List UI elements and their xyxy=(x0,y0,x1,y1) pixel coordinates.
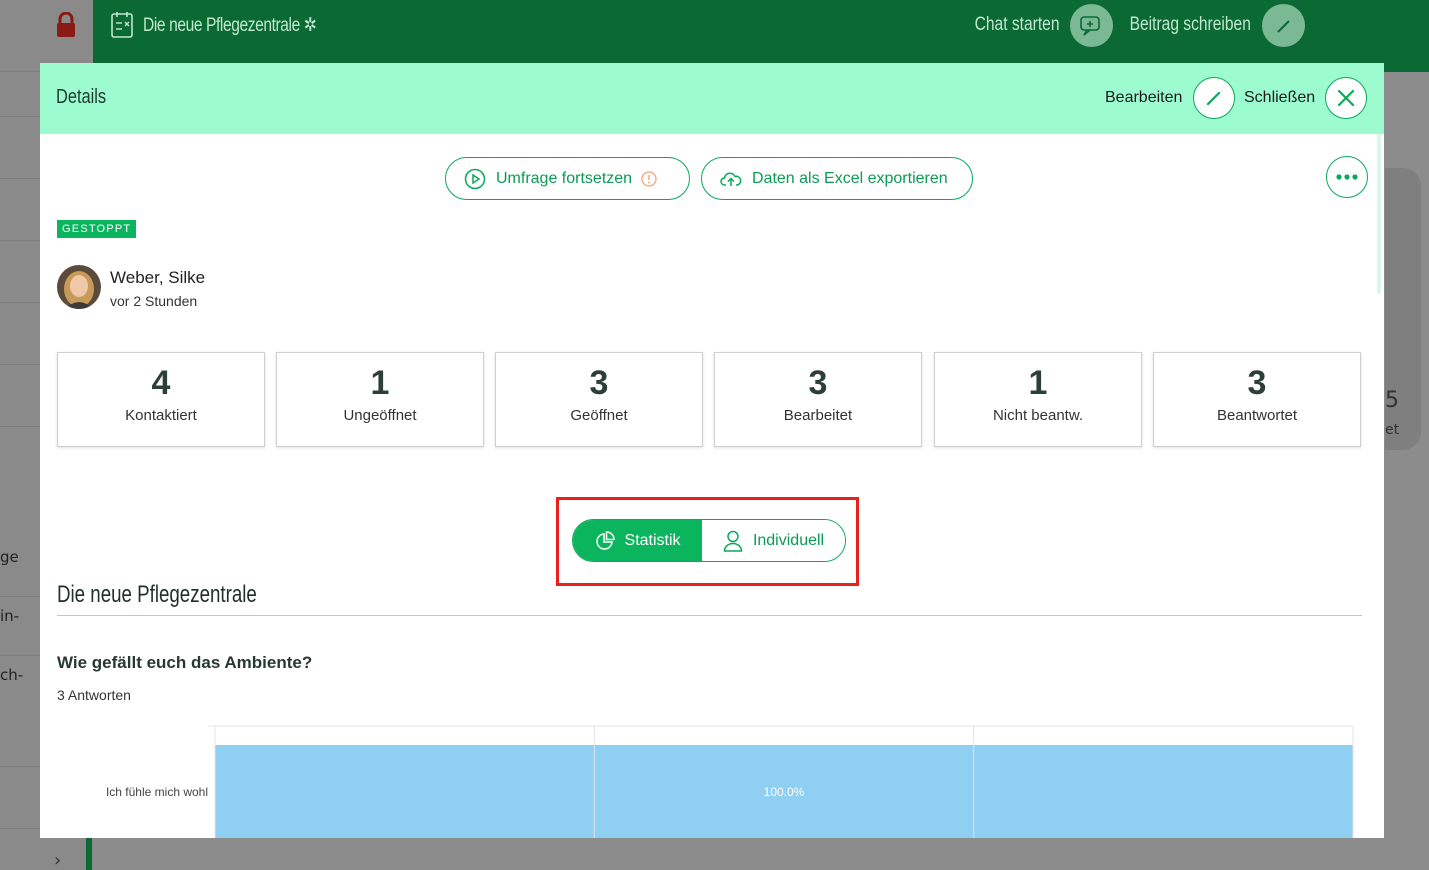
avatar-image xyxy=(57,265,101,309)
background-fragment: et xyxy=(1385,422,1400,438)
stat-label: Bearbeitet xyxy=(783,407,853,424)
app-title: Die neue Pflegezentrale ✲ xyxy=(143,14,317,37)
chat-start-label[interactable]: Chat starten xyxy=(974,14,1059,36)
sidebar-fragment: ge xyxy=(0,548,19,566)
background-accent-line xyxy=(86,838,92,870)
stat-value: 3 xyxy=(1247,364,1267,402)
lock-icon xyxy=(57,12,75,37)
pie-chart-icon xyxy=(595,530,615,550)
author-name[interactable]: Weber, Silke xyxy=(110,268,205,288)
scrollbar-thumb[interactable] xyxy=(1377,134,1381,294)
answer-bar-chart: Ich fühle mich wohl 100.0% xyxy=(106,725,1354,838)
stat-value: 3 xyxy=(589,364,609,402)
modal-title: Details xyxy=(56,86,107,108)
export-excel-label: Daten als Excel exportieren xyxy=(752,169,948,187)
stat-card-contacted[interactable]: 4 Kontaktiert xyxy=(57,352,265,447)
post-write-label[interactable]: Beitrag schreiben xyxy=(1130,14,1251,36)
section-title: Die neue Pflegezentrale xyxy=(57,581,257,608)
stat-card-not-answered[interactable]: 1 Nicht beantw. xyxy=(934,352,1142,447)
continue-survey-button[interactable]: Umfrage fortsetzen xyxy=(445,157,690,200)
answers-count: 3 Antworten xyxy=(57,687,131,703)
stat-value: 1 xyxy=(370,364,390,402)
stat-label: Geöffnet xyxy=(570,407,628,424)
statistik-tab[interactable]: Statistik xyxy=(573,520,703,561)
stat-card-edited[interactable]: 3 Bearbeitet xyxy=(714,352,922,447)
individuell-label: Individuell xyxy=(752,531,825,549)
stat-label: Nicht beantw. xyxy=(992,407,1084,424)
gear-icon[interactable]: ✲ xyxy=(304,15,317,36)
background-fragment: 5 xyxy=(1385,388,1399,413)
edit-button[interactable] xyxy=(1193,77,1235,119)
stat-card-unopened[interactable]: 1 Ungeöffnet xyxy=(276,352,484,447)
view-toggle: Statistik Individuell xyxy=(572,519,846,562)
stat-label: Ungeöffnet xyxy=(343,407,417,424)
stat-card-opened[interactable]: 3 Geöffnet xyxy=(495,352,703,447)
stat-value: 3 xyxy=(808,364,828,402)
close-label[interactable]: Schließen xyxy=(1244,89,1315,107)
close-button[interactable] xyxy=(1325,77,1367,119)
avatar xyxy=(57,265,101,309)
section-divider xyxy=(57,615,1362,616)
user-icon xyxy=(723,530,743,552)
cloud-upload-icon xyxy=(720,171,742,186)
individuell-tab[interactable]: Individuell xyxy=(702,520,845,561)
question-title: Wie gefällt euch das Ambiente? xyxy=(57,653,313,672)
details-modal: Details Bearbeiten Schließen Umfrage for… xyxy=(40,63,1384,838)
sidebar-fragment: in- xyxy=(0,607,20,625)
chart-category-label: Ich fühle mich wohl xyxy=(106,785,208,799)
chart-data-label: 100.0% xyxy=(764,785,805,799)
app-title-text: Die neue Pflegezentrale xyxy=(143,15,300,36)
stat-value: 1 xyxy=(1028,364,1048,402)
sidebar-fragment: ch- xyxy=(0,666,24,684)
pencil-icon xyxy=(1206,91,1221,106)
chat-start-button[interactable] xyxy=(1070,4,1113,47)
continue-survey-label: Umfrage fortsetzen xyxy=(496,169,633,187)
edit-label[interactable]: Bearbeiten xyxy=(1105,89,1182,107)
stat-card-answered[interactable]: 3 Beantwortet xyxy=(1153,352,1361,447)
close-icon xyxy=(1337,89,1355,107)
post-write-button[interactable] xyxy=(1262,4,1305,47)
stat-label: Kontaktiert xyxy=(125,407,197,424)
post-time: vor 2 Stunden xyxy=(110,293,198,309)
pencil-icon xyxy=(1276,19,1290,33)
chat-icon xyxy=(1079,15,1100,36)
clipboard-icon xyxy=(111,12,133,38)
status-badge: GESTOPPT xyxy=(57,220,137,238)
export-excel-button[interactable]: Daten als Excel exportieren xyxy=(701,157,973,200)
statistik-label: Statistik xyxy=(624,531,681,549)
modal-header: Details Bearbeiten Schließen xyxy=(40,63,1384,134)
info-icon xyxy=(641,170,657,187)
more-options-button[interactable] xyxy=(1326,156,1368,198)
stat-value: 4 xyxy=(151,364,171,402)
play-icon xyxy=(464,168,486,189)
stat-label: Beantwortet xyxy=(1216,407,1298,424)
more-horizontal-icon xyxy=(1336,174,1358,180)
chevron-right-icon[interactable]: › xyxy=(54,850,61,870)
